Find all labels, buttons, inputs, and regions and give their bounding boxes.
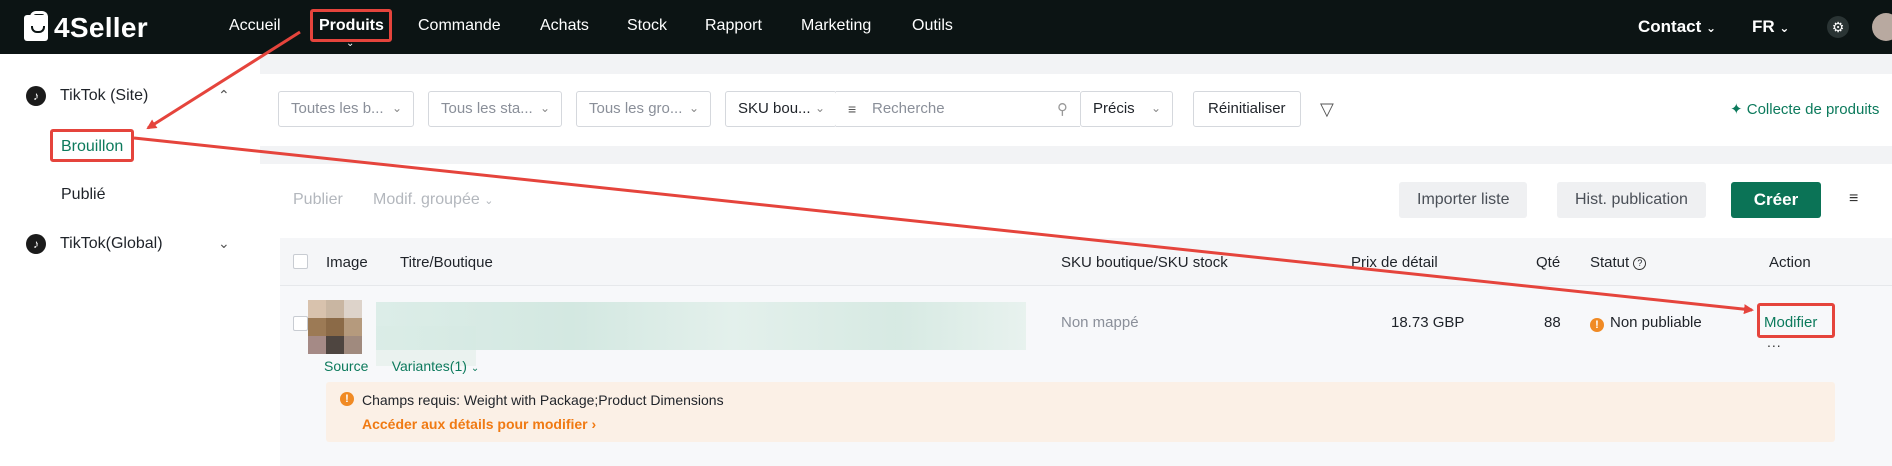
status-select-value: Tous les sta... (441, 100, 533, 117)
collect-products-label: Collecte de produits (1746, 101, 1880, 118)
create-button[interactable]: Créer (1731, 182, 1821, 218)
nav-commande[interactable]: Commande (418, 17, 501, 35)
top-navigation-bar: 4Seller Accueil Produits ⌄ Commande Acha… (0, 0, 1892, 54)
chevron-down-icon: ⌄ (1779, 21, 1790, 35)
col-title: Titre/Boutique (400, 254, 493, 271)
row-checkbox[interactable] (293, 316, 308, 331)
blurred-title[interactable] (376, 302, 1026, 350)
chevron-down-icon: ⌄ (539, 101, 550, 115)
sku-type-select-value: SKU bou... (738, 100, 811, 117)
product-thumbnail[interactable] (308, 300, 362, 354)
brand-select[interactable]: Toutes les b... ⌄ (278, 91, 414, 127)
collect-products-link[interactable]: ✦ Collecte de produits (1730, 100, 1879, 118)
annotation-highlight-box (1757, 303, 1835, 338)
chevron-down-icon: ⌄ (1150, 101, 1161, 115)
more-actions-button[interactable]: ... (1767, 334, 1782, 350)
sparkle-icon: ✦ (1730, 101, 1747, 118)
publish-button[interactable]: Publier (293, 191, 343, 209)
chevron-up-icon[interactable]: ⌃ (218, 87, 230, 104)
match-select-value: Précis (1093, 100, 1135, 117)
help-icon[interactable]: ? (1633, 257, 1647, 270)
nav-marketing[interactable]: Marketing (801, 17, 871, 35)
column-settings-icon[interactable]: ≡ (1849, 190, 1858, 208)
col-status-label: Statut (1590, 254, 1630, 271)
search-list-icon: ≡ (848, 101, 857, 117)
nav-outils[interactable]: Outils (912, 17, 953, 35)
chevron-down-icon: ⌄ (814, 101, 825, 115)
qty-value: 88 (1544, 314, 1561, 331)
import-list-button[interactable]: Importer liste (1399, 182, 1528, 218)
table-row: Non mappé 18.73 GBP 88 ! Non publiable Mo… (280, 286, 1892, 466)
col-price: Prix de détail (1351, 254, 1438, 271)
notice-text: Champs requis: Weight with Package;Produ… (362, 392, 724, 408)
table-header: Image Titre/Boutique SKU boutique/SKU st… (280, 238, 1892, 286)
search-input[interactable] (872, 100, 1042, 117)
sidebar-group-label: TikTok(Global) (60, 235, 163, 252)
filter-bar: Toutes les b... ⌄ Tous les sta... ⌄ Tous l… (260, 74, 1892, 146)
language-label: FR (1752, 17, 1775, 36)
tiktok-icon: ♪ (26, 234, 46, 254)
brand-select-value: Toutes les b... (291, 100, 384, 117)
col-status: Statut ? (1590, 254, 1647, 271)
sku-type-select[interactable]: SKU bou... ⌄ (725, 91, 837, 127)
sidebar-group-tiktok-global[interactable]: ♪ TikTok(Global) (26, 234, 163, 254)
nav-achats[interactable]: Achats (540, 17, 589, 35)
select-all-checkbox[interactable] (293, 254, 308, 269)
sidebar-group-tiktok-site[interactable]: ♪ TikTok (Site) (26, 86, 148, 106)
source-link[interactable]: Source (324, 358, 368, 374)
language-menu[interactable]: FR ⌄ (1752, 17, 1789, 37)
required-fields-notice: ! Champs requis: Weight with Package;Pro… (326, 382, 1835, 442)
bulk-edit-label: Modif. groupée (373, 191, 480, 208)
variants-link[interactable]: Variantes(1) (392, 358, 467, 374)
chevron-down-icon: ⌄ (391, 101, 402, 115)
product-list-panel: Publier Modif. groupée ⌄ Importer liste … (260, 164, 1892, 466)
contact-label: Contact (1638, 17, 1702, 36)
chevron-down-icon: ⌄ (484, 195, 494, 207)
bulk-edit-menu[interactable]: Modif. groupée ⌄ (373, 191, 493, 209)
sidebar-item-publie[interactable]: Publié (61, 186, 105, 204)
sidebar: ♪ TikTok (Site) ⌃ Brouillon Publié ♪ Tik… (0, 54, 260, 466)
col-action: Action (1769, 254, 1811, 271)
sku-value: Non mappé (1061, 314, 1139, 331)
annotation-highlight-box (310, 9, 392, 42)
publication-history-button[interactable]: Hist. publication (1557, 182, 1706, 218)
status-select[interactable]: Tous les sta... ⌄ (428, 91, 562, 127)
annotation-highlight-box (50, 129, 134, 162)
gear-icon[interactable]: ⚙ (1827, 16, 1849, 38)
sidebar-group-label: TikTok (Site) (60, 87, 149, 104)
details-link-label: Accéder aux détails pour modifier (362, 416, 588, 432)
match-select[interactable]: Précis ⌄ (1080, 91, 1173, 127)
brand-logo[interactable]: 4Seller (24, 11, 148, 44)
nav-rapport[interactable]: Rapport (705, 17, 762, 35)
chevron-right-icon: › (591, 416, 597, 432)
contact-menu[interactable]: Contact ⌄ (1638, 17, 1716, 37)
nav-stock[interactable]: Stock (627, 17, 667, 35)
reset-button[interactable]: Réinitialiser (1193, 91, 1301, 127)
chevron-down-icon: ⌄ (1706, 21, 1717, 35)
filter-icon[interactable]: ▽ (1320, 99, 1334, 120)
group-select-value: Tous les gro... (589, 100, 683, 117)
status-text: Non publiable (1610, 314, 1702, 331)
logo-text: 4Seller (54, 12, 148, 43)
details-link[interactable]: Accéder aux détails pour modifier › (362, 416, 596, 432)
status-badge: ! Non publiable (1590, 314, 1702, 332)
col-qty: Qté (1536, 254, 1561, 271)
warning-icon: ! (340, 392, 354, 406)
search-icon[interactable]: ⚲ (1057, 100, 1068, 118)
warning-icon: ! (1590, 318, 1604, 332)
col-sku: SKU boutique/SKU stock (1061, 254, 1228, 271)
chevron-down-icon: ⌄ (470, 363, 480, 374)
group-select[interactable]: Tous les gro... ⌄ (576, 91, 711, 127)
chevron-down-icon[interactable]: ⌄ (218, 235, 230, 252)
chevron-down-icon: ⌄ (688, 101, 699, 115)
tiktok-icon: ♪ (26, 86, 46, 106)
shopping-bag-icon (24, 11, 48, 41)
col-image: Image (326, 254, 368, 271)
row-sub-links: Source Variantes(1) ⌄ (324, 358, 479, 374)
avatar[interactable] (1872, 13, 1892, 41)
price-value: 18.73 GBP (1391, 314, 1465, 331)
nav-accueil[interactable]: Accueil (229, 17, 281, 35)
search-field: ≡ ⚲ (836, 91, 1080, 127)
